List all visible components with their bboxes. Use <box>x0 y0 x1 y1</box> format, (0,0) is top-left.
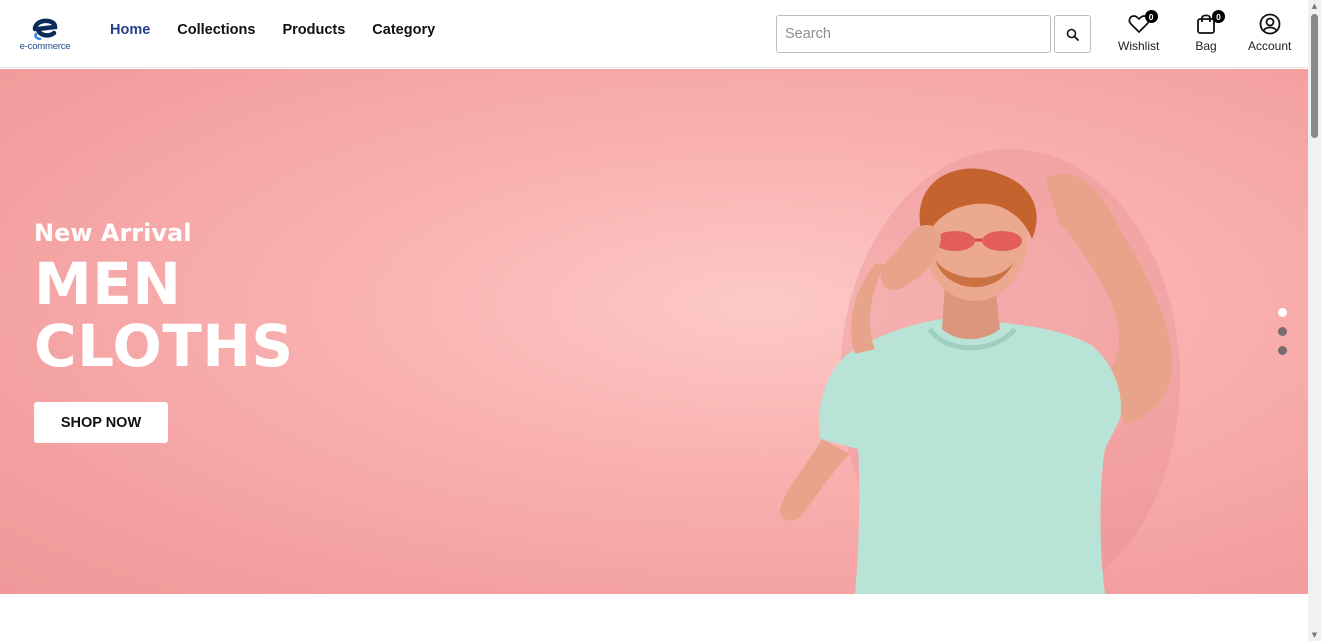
logo-text: e-commerce <box>19 41 71 52</box>
search-icon <box>1066 28 1079 41</box>
page-scrollbar[interactable]: ▲ ▼ <box>1308 0 1321 641</box>
search-button[interactable] <box>1054 15 1091 53</box>
nav-category[interactable]: Category <box>372 22 435 38</box>
slide-dot-3[interactable] <box>1278 346 1287 355</box>
slide-dot-2[interactable] <box>1278 327 1287 336</box>
scrollbar-thumb[interactable] <box>1311 14 1318 138</box>
hero-headline: MEN CLOTHS <box>34 253 294 377</box>
shop-now-button[interactable]: SHOP NOW <box>34 402 168 443</box>
user-circle-icon <box>1259 13 1281 35</box>
site-logo[interactable]: e-commerce <box>16 14 74 54</box>
nav-home[interactable]: Home <box>110 22 150 38</box>
account-button[interactable]: Account <box>1248 12 1291 53</box>
hero-banner: New Arrival MEN CLOTHS SHOP NOW <box>0 69 1308 594</box>
hero-text: New Arrival MEN CLOTHS <box>34 219 294 377</box>
e-logo-icon <box>32 18 58 40</box>
page: e-commerce Home Collections Products Cat… <box>0 0 1321 641</box>
scroll-down-arrow-icon[interactable]: ▼ <box>1308 629 1321 641</box>
nav-products[interactable]: Products <box>282 22 345 38</box>
hero-model-image <box>779 149 1180 594</box>
bag-label: Bag <box>1195 39 1217 53</box>
hero-kicker: New Arrival <box>34 219 192 247</box>
hero-headline-line1: MEN <box>34 250 182 318</box>
wishlist-count-badge: 0 <box>1144 10 1158 23</box>
hero-headline-line2: CLOTHS <box>34 312 294 380</box>
slider-dots <box>1278 308 1287 355</box>
bag-count-badge: 0 <box>1212 10 1225 23</box>
slide-dot-1[interactable] <box>1278 308 1287 317</box>
search-input[interactable] <box>776 15 1051 53</box>
main-nav: Home Collections Products Category <box>110 22 435 38</box>
account-label: Account <box>1248 39 1292 53</box>
bag-button[interactable]: 0 Bag <box>1194 10 1225 53</box>
wishlist-button[interactable]: 0 Wishlist <box>1118 10 1160 53</box>
wishlist-label: Wishlist <box>1118 39 1160 53</box>
site-header: e-commerce Home Collections Products Cat… <box>0 0 1308 68</box>
nav-collections[interactable]: Collections <box>177 22 255 38</box>
scroll-up-arrow-icon[interactable]: ▲ <box>1308 0 1321 12</box>
